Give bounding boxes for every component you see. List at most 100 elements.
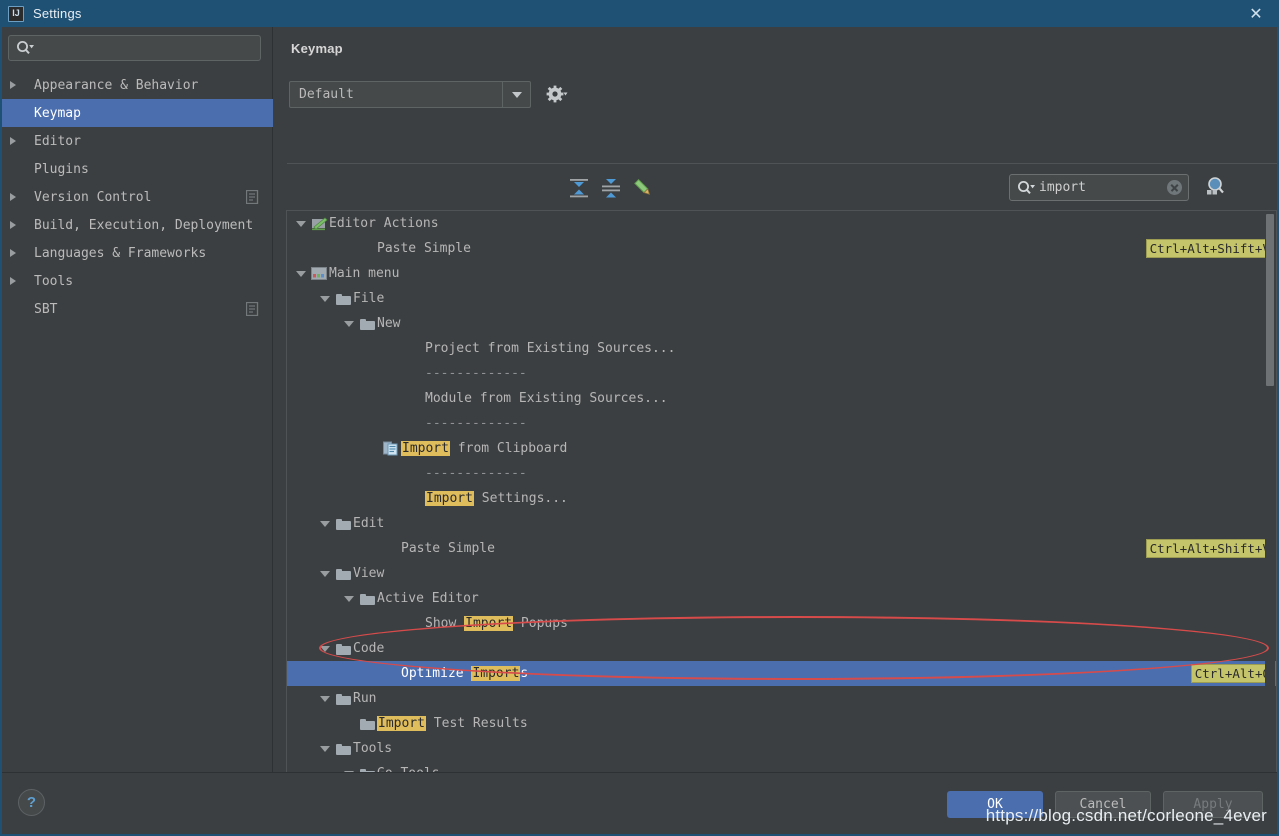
tree-row[interactable]: Paste SimpleCtrl+Alt+Shift+V (287, 536, 1276, 561)
tree-scrollbar[interactable] (1265, 212, 1275, 784)
tree-row[interactable]: New (287, 311, 1276, 336)
chevron-down-icon[interactable] (317, 746, 333, 752)
expand-all-button[interactable] (567, 176, 593, 202)
chevron-down-icon[interactable] (317, 521, 333, 527)
tree-row-text: View (353, 566, 384, 581)
sidebar-item-label: Editor (34, 134, 81, 149)
tree-row[interactable]: Edit (287, 511, 1276, 536)
search-icon (1015, 177, 1037, 199)
keymap-select[interactable]: Default (289, 81, 531, 108)
menu-separator: ------------- (425, 366, 527, 381)
tree-row-label: Import from Clipboard (401, 441, 567, 456)
sidebar-item-label: Languages & Frameworks (34, 246, 206, 261)
tree-row-text: Module from Existing Sources... (425, 391, 668, 406)
tree-row[interactable]: Import Settings... (287, 486, 1276, 511)
sidebar-item-build-execution-deployment[interactable]: Build, Execution, Deployment (0, 211, 273, 239)
chevron-down-icon[interactable] (317, 296, 333, 302)
tree-row[interactable]: Run (287, 686, 1276, 711)
find-by-shortcut-button[interactable] (1203, 175, 1227, 199)
gear-icon[interactable] (546, 83, 578, 105)
tree-row[interactable]: Code (287, 636, 1276, 661)
chevron-down-icon[interactable] (293, 271, 309, 277)
main-menu-icon (309, 267, 329, 281)
tree-row-label: View (353, 566, 384, 581)
close-icon[interactable] (1167, 180, 1182, 195)
chevron-right-icon[interactable] (10, 277, 28, 285)
edit-shortcut-button[interactable] (631, 176, 657, 202)
tree-row[interactable]: Editor Actions (287, 211, 1276, 236)
tree-row[interactable]: File (287, 286, 1276, 311)
tree-row-text: Edit (353, 516, 384, 531)
tree-row[interactable]: ------------- (287, 411, 1276, 436)
tree-row[interactable]: Active Editor (287, 586, 1276, 611)
chevron-down-icon[interactable] (293, 221, 309, 227)
chevron-right-icon[interactable] (10, 249, 28, 257)
menu-separator: ------------- (425, 416, 527, 431)
tree-row[interactable]: View (287, 561, 1276, 586)
sidebar-item-list: Appearance & Behavior Keymap Editor Plugins… (0, 71, 273, 323)
chevron-down-icon[interactable] (341, 596, 357, 602)
sidebar-item-editor[interactable]: Editor (0, 127, 273, 155)
tree-row-label: ------------- (425, 416, 527, 431)
tree-row-label: File (353, 291, 384, 306)
tree-row-text: New (377, 316, 400, 331)
tree-row[interactable]: ------------- (287, 361, 1276, 386)
tree-row-label: Import Settings... (425, 491, 568, 506)
search-match-highlight: Import (464, 616, 513, 631)
tree-row[interactable]: Tools (287, 736, 1276, 761)
tree-row-text: Code (353, 641, 384, 656)
tree-row[interactable]: Import Test Results (287, 711, 1276, 736)
sidebar-item-sbt[interactable]: SBT (0, 295, 273, 323)
keymap-search-box[interactable]: import (1009, 174, 1189, 201)
sidebar-item-plugins[interactable]: Plugins (0, 155, 273, 183)
sidebar-search-box[interactable] (8, 35, 261, 61)
window-border-left (0, 27, 2, 836)
tree-row-label: Optimize Imports (401, 666, 528, 681)
sidebar-item-label: Keymap (34, 106, 81, 121)
search-match-highlight: Import (401, 441, 450, 456)
tree-row[interactable]: Main menu (287, 261, 1276, 286)
chevron-right-icon[interactable] (10, 193, 28, 201)
tree-row[interactable]: ------------- (287, 461, 1276, 486)
tree-row-label: Editor Actions (329, 216, 439, 231)
tree-row-text: Main menu (329, 266, 399, 281)
collapse-all-button[interactable] (599, 176, 625, 202)
sidebar-item-tools[interactable]: Tools (0, 267, 273, 295)
close-icon[interactable]: ✕ (1233, 0, 1279, 27)
tree-row-text: Paste Simple (401, 541, 495, 556)
watermark-text: https://blog.csdn.net/corleone_4ever (0, 806, 1279, 826)
tree-row-label: New (377, 316, 400, 331)
tree-row[interactable]: Paste SimpleCtrl+Alt+Shift+V (287, 236, 1276, 261)
tree-row[interactable]: Project from Existing Sources... (287, 336, 1276, 361)
tree-row[interactable]: Show Import Popups (287, 611, 1276, 636)
tree-row-label: Module from Existing Sources... (425, 391, 668, 406)
tree-row-text: Popups (513, 616, 568, 631)
chevron-down-icon[interactable] (341, 321, 357, 327)
chevron-down-icon[interactable] (317, 696, 333, 702)
sidebar-item-keymap[interactable]: Keymap (0, 99, 273, 127)
sidebar-search-input[interactable] (36, 41, 260, 56)
tree-row-label: Paste Simple (377, 241, 471, 256)
chevron-right-icon[interactable] (10, 81, 28, 89)
tree-row-text: Test Results (426, 716, 528, 731)
intellij-icon (8, 6, 24, 22)
folder (333, 568, 353, 580)
sidebar-item-version-control[interactable]: Version Control (0, 183, 273, 211)
keymap-tree[interactable]: Editor Actions Paste SimpleCtrl+Alt+Shift… (286, 210, 1277, 784)
sidebar-item-label: Plugins (34, 162, 89, 177)
chevron-right-icon[interactable] (10, 137, 28, 145)
tree-row[interactable]: Module from Existing Sources... (287, 386, 1276, 411)
tree-row[interactable]: Import from Clipboard (287, 436, 1276, 461)
tree-row-text: Settings... (474, 491, 568, 506)
sidebar-item-label: Build, Execution, Deployment (34, 218, 253, 233)
tree-scrollbar-thumb[interactable] (1266, 214, 1274, 386)
sidebar-item-languages-frameworks[interactable]: Languages & Frameworks (0, 239, 273, 267)
chevron-down-icon[interactable] (317, 646, 333, 652)
chevron-right-icon[interactable] (10, 221, 28, 229)
sidebar-item-appearance-behavior[interactable]: Appearance & Behavior (0, 71, 273, 99)
chevron-down-icon[interactable] (317, 571, 333, 577)
chevron-down-icon[interactable] (502, 82, 530, 107)
tree-row[interactable]: Optimize ImportsCtrl+Alt+O (287, 661, 1276, 686)
keymap-search-value: import (1037, 180, 1167, 195)
folder (333, 743, 353, 755)
